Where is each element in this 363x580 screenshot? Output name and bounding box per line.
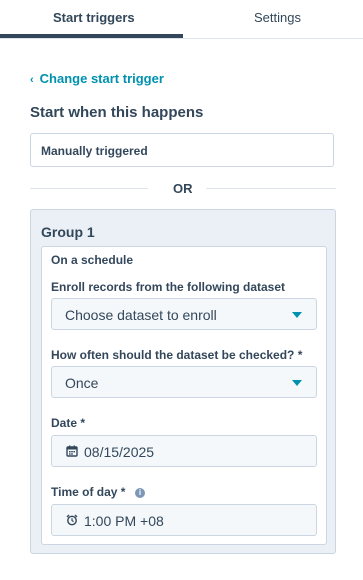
time-of-day-label-text: Time of day * <box>51 485 126 499</box>
section-title: Start when this happens <box>30 104 204 121</box>
active-tab-indicator <box>0 34 183 38</box>
divider-line-right <box>206 188 336 189</box>
tab-settings[interactable]: Settings <box>254 10 301 25</box>
dataset-select-value: Choose dataset to enroll <box>65 307 217 323</box>
schedule-card-heading: On a schedule <box>51 253 134 267</box>
trigger-group: Group 1 On a schedule Enroll records fro… <box>30 209 336 554</box>
time-of-day-label: Time of day * <box>51 485 125 499</box>
date-label: Date * <box>51 416 86 430</box>
caret-down-icon <box>292 380 302 386</box>
change-start-trigger-label: Change start trigger <box>39 71 164 86</box>
alarm-clock-icon <box>66 514 78 526</box>
frequency-label: How often should the dataset be checked?… <box>51 348 303 362</box>
change-start-trigger-link[interactable]: ‹ Change start trigger <box>30 71 164 86</box>
time-input[interactable]: 1:00 PM +08 <box>51 504 317 536</box>
dataset-label: Enroll records from the following datase… <box>51 280 286 294</box>
info-icon[interactable]: i <box>135 488 145 498</box>
tab-bar: Start triggers Settings <box>0 0 363 39</box>
calendar-icon <box>66 445 78 457</box>
or-label: OR <box>173 181 193 196</box>
group-title: Group 1 <box>41 224 95 240</box>
or-divider: OR <box>30 180 336 198</box>
trigger-type-field[interactable]: Manually triggered <box>30 133 334 167</box>
divider-line-left <box>30 188 148 189</box>
trigger-type-value: Manually triggered <box>41 144 148 158</box>
time-value: 1:00 PM +08 <box>84 513 164 529</box>
chevron-left-icon: ‹ <box>30 74 34 86</box>
caret-down-icon <box>292 312 302 318</box>
tab-start-triggers[interactable]: Start triggers <box>53 10 135 25</box>
frequency-select-value: Once <box>65 375 99 391</box>
date-input[interactable]: 08/15/2025 <box>51 435 317 467</box>
dataset-select[interactable]: Choose dataset to enroll <box>51 298 317 330</box>
frequency-select[interactable]: Once <box>51 366 317 398</box>
date-value: 08/15/2025 <box>84 444 155 460</box>
schedule-card[interactable]: On a schedule Enroll records from the fo… <box>41 246 327 545</box>
